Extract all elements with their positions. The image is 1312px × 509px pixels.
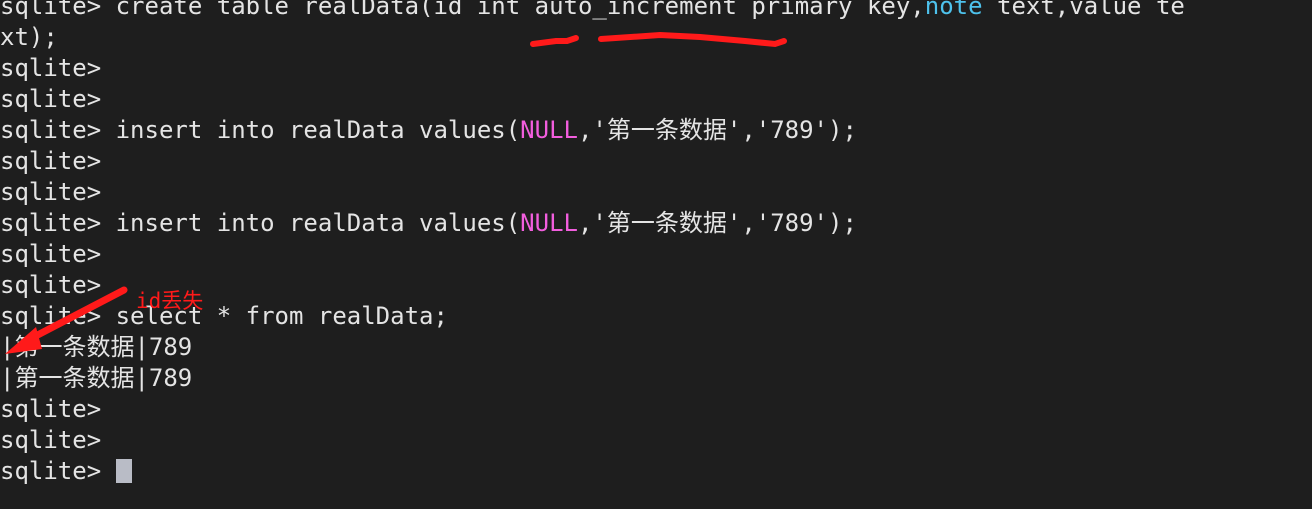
terminal-text: |第一条数据|789 xyxy=(0,364,193,392)
terminal-line: sqlite> xyxy=(0,456,1312,487)
terminal-text: sqlite> insert into realData values( xyxy=(0,116,521,144)
terminal-output: sqlite> create table realData(id int aut… xyxy=(0,0,1312,487)
terminal-line: |第一条数据|789 xyxy=(0,363,1312,394)
terminal-line: xt); xyxy=(0,22,1312,53)
terminal-text: sqlite> xyxy=(0,240,102,268)
terminal-text: sqlite> xyxy=(0,85,102,113)
terminal-line: sqlite> xyxy=(0,84,1312,115)
terminal-line: |第一条数据|789 xyxy=(0,332,1312,363)
terminal-line: sqlite> xyxy=(0,394,1312,425)
terminal-text: xt); xyxy=(0,23,58,51)
terminal-window[interactable]: sqlite> create table realData(id int aut… xyxy=(0,0,1312,509)
terminal-text: |第一条数据|789 xyxy=(0,333,193,361)
terminal-text: sqlite> select * from realData; xyxy=(0,302,448,330)
terminal-line: sqlite> xyxy=(0,425,1312,456)
terminal-text: sqlite> xyxy=(0,457,116,485)
text-cursor[interactable] xyxy=(115,459,132,483)
terminal-line: sqlite> xyxy=(0,177,1312,208)
terminal-line: sqlite> insert into realData values(NULL… xyxy=(0,115,1312,146)
terminal-text: note xyxy=(924,0,983,20)
terminal-text: sqlite> xyxy=(0,426,102,454)
annotation-id-missing-label: id丢失 xyxy=(136,289,204,313)
terminal-text: sqlite> create table realData(id int aut… xyxy=(0,0,925,20)
terminal-line: sqlite> create table realData(id int aut… xyxy=(0,0,1312,22)
terminal-text: NULL xyxy=(520,116,578,144)
terminal-text: text,value te xyxy=(982,0,1185,20)
terminal-line: sqlite> xyxy=(0,239,1312,270)
terminal-text: ,'第一条数据','789'); xyxy=(577,116,857,144)
terminal-text: NULL xyxy=(520,209,578,237)
terminal-line: sqlite> xyxy=(0,53,1312,84)
terminal-text: ,'第一条数据','789'); xyxy=(577,209,857,237)
terminal-line: sqlite> xyxy=(0,146,1312,177)
terminal-text: sqlite> xyxy=(0,178,102,206)
terminal-line: sqlite> insert into realData values(NULL… xyxy=(0,208,1312,239)
terminal-text: sqlite> insert into realData values( xyxy=(0,209,521,237)
terminal-text: sqlite> xyxy=(0,147,102,175)
terminal-text: sqlite> xyxy=(0,54,102,82)
terminal-text: sqlite> xyxy=(0,271,102,299)
terminal-text: sqlite> xyxy=(0,395,102,423)
